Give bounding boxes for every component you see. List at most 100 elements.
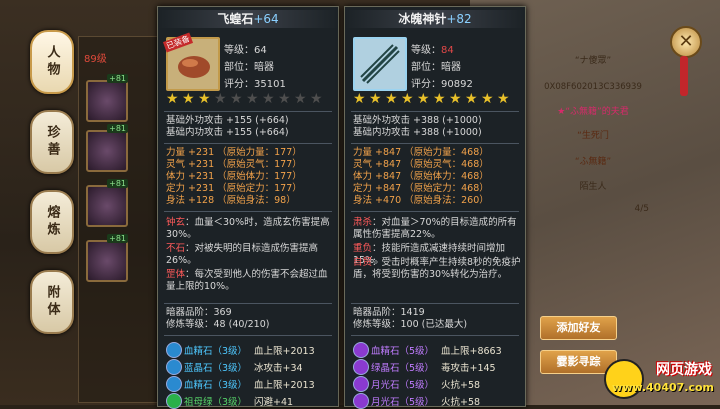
effect-line: 钟玄：血量＜30%时，造成玄伤害提高30%。: [166, 217, 330, 240]
add-friend-button[interactable]: 添加好友: [540, 316, 617, 340]
star-icon: ★: [385, 91, 398, 107]
star-rating: ★ ★ ★ ★ ★ ★ ★ ★ ★ ★: [166, 92, 324, 106]
gem-icon: [166, 376, 182, 392]
logo-title: 网页游戏: [656, 362, 712, 378]
rank-line: 暗器品阶：369: [166, 307, 232, 318]
site-logo: 网页游戏 www.40407.com: [600, 355, 718, 403]
equip-slot-3[interactable]: +81: [86, 179, 128, 227]
divider: [351, 303, 519, 304]
tab-possess[interactable]: 附体: [30, 270, 74, 334]
logo-url: www.40407.com: [612, 381, 714, 394]
star-icon: ★: [449, 91, 462, 107]
base-stat: 基础内功攻击 +155 (+664): [166, 127, 289, 138]
attr-line: 体力 +847 （原始体力：468）: [353, 171, 489, 182]
slot-plus: +81: [107, 234, 128, 243]
gem-row: 月光石（5级） 火抗+58: [371, 397, 481, 408]
relation: 陌生人: [579, 182, 607, 192]
gem-row: 血精石（3级） 血上限+2013: [184, 380, 315, 391]
item-score: 评分：35101: [224, 79, 286, 90]
star-icon: ★: [278, 91, 291, 107]
attr-line: 身法 +470 （原始身法：260）: [353, 195, 489, 206]
base-stat: 基础内功攻击 +388 (+1000): [353, 127, 482, 138]
gem-icon: [353, 376, 369, 392]
gem-icon: [353, 393, 369, 409]
base-stat: 基础外功攻击 +155 (+664): [166, 115, 289, 126]
gem-row: 蓝晶石（3级） 冰攻击+34: [184, 363, 303, 374]
player-id: 0X08F602013C336939: [544, 82, 642, 92]
effect-line: 罡体：每次受到他人的伤害不会超过血量上限的10%。: [166, 269, 328, 292]
equip-slot-1[interactable]: +81: [86, 74, 128, 122]
character-level: 89级: [84, 54, 107, 65]
equip-slot-2[interactable]: +81: [86, 124, 128, 172]
item-part: 部位：暗器: [411, 62, 461, 73]
item-part: 部位：暗器: [224, 62, 274, 73]
item-name: 飞蝗石+64: [158, 10, 338, 28]
star-icon: ★: [433, 91, 446, 107]
slot-plus: +81: [107, 179, 128, 188]
effect-line: 肃杀：对血量＞70%的目标造成的所有属性伤害提高22%。: [353, 217, 517, 240]
page-indicator: 4/5: [634, 204, 649, 214]
gem-row: 祖母绿（3级） 闪避+41: [184, 397, 294, 408]
star-icon: ★: [294, 91, 307, 107]
item-level: 等级：64: [224, 45, 267, 56]
divider: [351, 143, 519, 144]
close-icon[interactable]: ✕: [670, 26, 702, 58]
spouse-label: ★“ふ無籍”的夫君: [557, 107, 629, 117]
star-icon: ★: [214, 91, 227, 107]
rank-line: 暗器品阶：1419: [353, 307, 425, 318]
star-icon: ★: [246, 91, 259, 107]
tab-smelt[interactable]: 熔炼: [30, 190, 74, 254]
tab-treasure[interactable]: 珍善: [30, 110, 74, 174]
item-name: 冰魄神针+82: [345, 10, 525, 28]
divider: [351, 335, 519, 336]
attr-line: 灵气 +847 （原始灵气：468）: [353, 159, 489, 170]
divider: [351, 211, 519, 212]
item-level: 等级：84: [411, 45, 454, 56]
base-stat: 基础外功攻击 +388 (+1000): [353, 115, 482, 126]
item-tooltip-right: 冰魄神针+82 等级：84 部位：暗器 评分：90892 ★ ★ ★ ★ ★ ★ ★ ★ ★ ★ …: [344, 6, 526, 409]
gem-icon: [353, 359, 369, 375]
star-icon: ★: [417, 91, 430, 107]
star-icon: ★: [182, 91, 195, 107]
effect-line: 重负：技能所造成减速持续时间增加15%。: [353, 243, 506, 266]
train-line: 修炼等级：48 (40/210): [166, 319, 270, 330]
attr-line: 力量 +847 （原始力量：468）: [353, 147, 489, 158]
attr-line: 定力 +847 （原始定力：468）: [353, 183, 489, 194]
effect-line: 自贸：受击时概率产生持续8秒的免疫护盾，将受到伤害的30%转化为治疗。: [353, 257, 521, 280]
gem-icon: [353, 342, 369, 358]
attr-line: 灵气 +231 （原始灵气：177）: [166, 159, 302, 170]
attr-line: 力量 +231 （原始力量：177）: [166, 147, 302, 158]
tab-character[interactable]: 人物: [30, 30, 74, 94]
slot-plus: +81: [107, 74, 128, 83]
star-icon: ★: [198, 91, 211, 107]
gem-row: 血精石（5级） 血上限+8663: [371, 346, 502, 357]
item-icon: 已装备: [162, 32, 220, 91]
star-icon: ★: [310, 91, 323, 107]
item-score: 评分：90892: [411, 79, 473, 90]
tassel-decoration: [680, 56, 688, 96]
star-icon: ★: [166, 91, 179, 107]
effect-line: 不石：对被失明的目标造成伤害提高26%。: [166, 243, 319, 266]
star-icon: ★: [465, 91, 478, 107]
equip-slot-4[interactable]: +81: [86, 234, 128, 282]
divider: [164, 211, 332, 212]
train-line: 修炼等级：100 (已达最大): [353, 319, 468, 330]
star-icon: ★: [262, 91, 275, 107]
attr-line: 身法 +128 （原始身法：98）: [166, 195, 296, 206]
gem-row: 绿晶石（5级） 毒攻击+145: [371, 363, 496, 374]
gem-icon: [166, 393, 182, 409]
player-name: “ナ傻眾”: [574, 56, 612, 66]
gem-icon: [166, 342, 182, 358]
divider: [164, 303, 332, 304]
divider: [164, 143, 332, 144]
divider: [164, 335, 332, 336]
item-tooltip-left: 飞蝗石+64 已装备 等级：64 部位：暗器 评分：35101 ★ ★ ★ ★ ★ ★ ★ ★…: [157, 6, 339, 409]
gem-row: 月光石（5级） 火抗+58: [371, 380, 481, 391]
title-2: “ふ無籍”: [574, 157, 612, 167]
left-tab-strip: 人物 珍善 熔炼 附体: [30, 30, 74, 360]
star-icon: ★: [369, 91, 382, 107]
gem-icon: [166, 359, 182, 375]
star-icon: ★: [401, 91, 414, 107]
star-icon: ★: [230, 91, 243, 107]
attr-line: 体力 +231 （原始体力：177）: [166, 171, 302, 182]
